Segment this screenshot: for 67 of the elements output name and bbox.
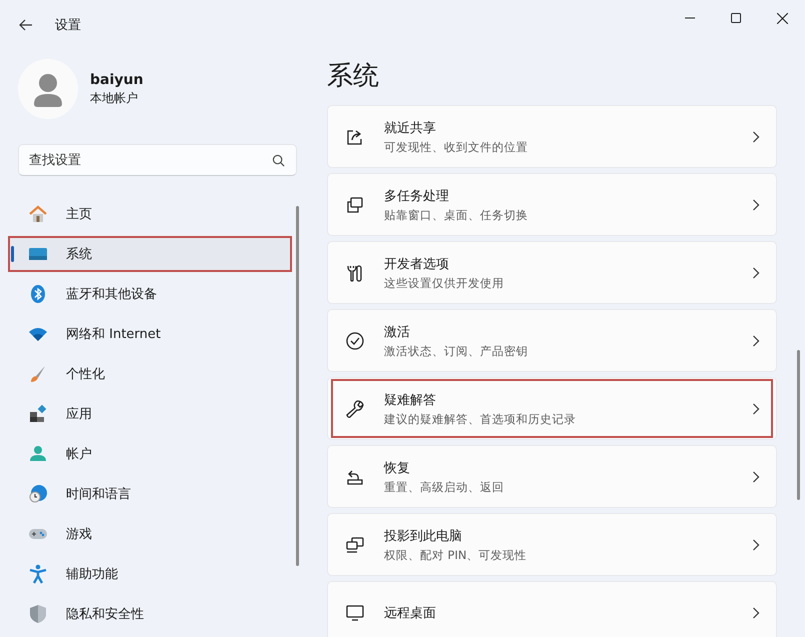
nav-item[interactable]: 主页 bbox=[8, 196, 292, 232]
settings-card[interactable]: 激活 激活状态、订阅、产品密钥 bbox=[327, 309, 777, 372]
card-title: 多任务处理 bbox=[384, 188, 450, 204]
nav-item[interactable]: 时间和语言 bbox=[8, 476, 292, 512]
maximize-icon bbox=[731, 13, 741, 23]
card-title: 开发者选项 bbox=[384, 256, 450, 272]
card-title: 恢复 bbox=[384, 460, 411, 476]
check-circle-icon bbox=[345, 330, 365, 350]
card-subtitle: 贴靠窗口、桌面、任务切换 bbox=[384, 208, 529, 222]
window-title: 设置 bbox=[55, 17, 81, 34]
close-icon bbox=[776, 12, 788, 24]
chevron-right-icon bbox=[752, 470, 760, 482]
scrollbar[interactable] bbox=[797, 350, 800, 500]
home-icon bbox=[28, 204, 48, 224]
nav-item[interactable]: 系统 bbox=[8, 236, 292, 272]
chevron-right-icon bbox=[752, 198, 760, 210]
nav-item[interactable]: 网络和 Internet bbox=[8, 316, 292, 352]
settings-card[interactable]: 投影到此电脑 权限、配对 PIN、可发现性 bbox=[327, 513, 777, 576]
chevron-right-icon bbox=[752, 334, 760, 346]
settings-card[interactable]: 多任务处理 贴靠窗口、桌面、任务切换 bbox=[327, 173, 777, 236]
monitor-icon bbox=[345, 602, 365, 622]
card-subtitle: 重置、高级启动、返回 bbox=[384, 480, 505, 494]
user-name: baiyun bbox=[90, 72, 144, 88]
chevron-right-icon bbox=[752, 130, 760, 142]
card-title: 激活 bbox=[384, 324, 411, 340]
shield-icon bbox=[28, 604, 48, 624]
nav-item[interactable]: 个性化 bbox=[8, 356, 292, 392]
nav-item[interactable]: 应用 bbox=[8, 396, 292, 432]
nav-item[interactable]: 辅助功能 bbox=[8, 556, 292, 592]
globe-clock-icon bbox=[28, 484, 48, 504]
account-type: 本地帐户 bbox=[90, 90, 139, 106]
card-title: 就近共享 bbox=[384, 120, 437, 136]
card-subtitle: 建议的疑难解答、首选项和历史记录 bbox=[384, 412, 577, 426]
person-icon bbox=[28, 444, 48, 464]
card-title: 疑难解答 bbox=[384, 392, 437, 408]
settings-card[interactable]: 远程桌面 bbox=[327, 581, 777, 637]
search-icon bbox=[272, 154, 285, 167]
nav-item[interactable]: 帐户 bbox=[8, 436, 292, 472]
selection-indicator bbox=[11, 246, 14, 262]
wrench-icon bbox=[345, 398, 365, 418]
nav-item[interactable]: 隐私和安全性 bbox=[8, 596, 292, 632]
chevron-right-icon bbox=[752, 266, 760, 278]
settings-card[interactable]: 开发者选项 这些设置仅供开发使用 bbox=[327, 241, 777, 304]
scrollbar[interactable] bbox=[296, 206, 299, 566]
apps-icon bbox=[28, 404, 48, 424]
card-title: 投影到此电脑 bbox=[384, 528, 463, 544]
accessibility-icon bbox=[28, 564, 48, 584]
chevron-right-icon bbox=[752, 402, 760, 414]
page-title: 系统 bbox=[327, 60, 380, 93]
card-title: 远程桌面 bbox=[384, 604, 437, 622]
search-field[interactable]: 查找设置 bbox=[18, 144, 297, 176]
card-subtitle: 权限、配对 PIN、可发现性 bbox=[384, 548, 528, 562]
card-subtitle: 这些设置仅供开发使用 bbox=[384, 276, 505, 290]
card-subtitle: 可发现性、收到文件的位置 bbox=[384, 140, 529, 154]
windows-icon bbox=[345, 194, 365, 214]
card-subtitle: 激活状态、订阅、产品密钥 bbox=[384, 344, 529, 358]
bluetooth-icon bbox=[28, 284, 48, 304]
chevron-right-icon bbox=[752, 538, 760, 550]
back-arrow-icon bbox=[19, 18, 33, 32]
nav-item[interactable]: 蓝牙和其他设备 bbox=[8, 276, 292, 312]
settings-card[interactable]: 就近共享 可发现性、收到文件的位置 bbox=[327, 105, 777, 168]
settings-card[interactable]: 恢复 重置、高级启动、返回 bbox=[327, 445, 777, 508]
nav-item[interactable]: 游戏 bbox=[8, 516, 292, 552]
projector-icon bbox=[345, 534, 365, 554]
avatar-icon bbox=[18, 59, 78, 119]
chevron-right-icon bbox=[752, 606, 760, 618]
settings-card[interactable]: 疑难解答 建议的疑难解答、首选项和历史记录 bbox=[327, 377, 777, 440]
